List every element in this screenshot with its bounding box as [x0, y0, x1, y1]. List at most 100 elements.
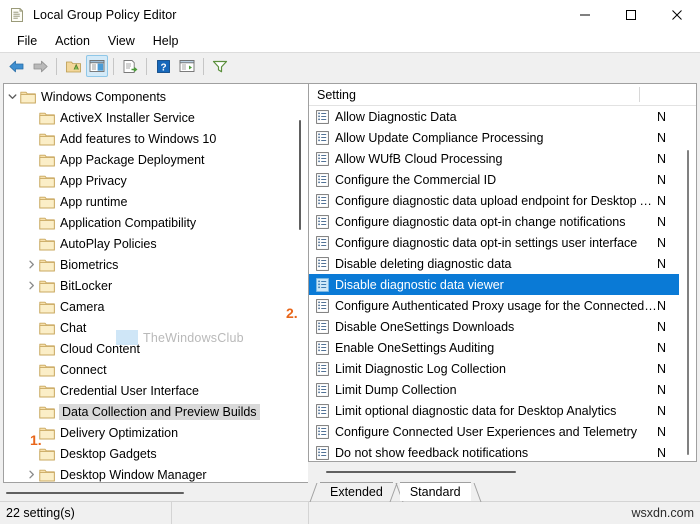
tree-horizontal-scrollbar[interactable] — [3, 485, 308, 501]
tree-item[interactable]: App runtime — [4, 191, 291, 212]
column-header-setting[interactable]: Setting — [309, 84, 639, 105]
tree-item[interactable]: Camera — [4, 296, 291, 317]
settings-row[interactable]: Allow WUfB Cloud Processing N — [309, 148, 679, 169]
maximize-button[interactable] — [608, 0, 654, 30]
tab-extended[interactable]: Extended — [320, 482, 393, 501]
tree-scroll-region: Windows Components ActiveX Installer Serv… — [4, 84, 291, 482]
settings-row[interactable]: Limit Diagnostic Log Collection N — [309, 358, 679, 379]
tree-item-label: Chat — [60, 320, 87, 335]
forward-icon[interactable] — [29, 55, 51, 77]
tree-scrollbar-thumb[interactable] — [299, 120, 301, 230]
settings-row[interactable]: Allow Update Compliance Processing N — [309, 127, 679, 148]
tree-item[interactable]: Connect — [4, 359, 291, 380]
show-hide-tree-icon[interactable] — [86, 55, 108, 77]
close-button[interactable] — [654, 0, 700, 30]
tab-standard[interactable]: Standard — [399, 482, 471, 501]
tree-item[interactable]: Delivery Optimization — [4, 422, 291, 443]
settings-row[interactable]: Limit Dump Collection N — [309, 379, 679, 400]
tree-item[interactable]: AutoPlay Policies — [4, 233, 291, 254]
settings-row[interactable]: Configure diagnostic data opt-in change … — [309, 211, 679, 232]
folder-icon — [39, 384, 55, 398]
folder-icon — [39, 174, 55, 188]
chevron-right-icon[interactable] — [23, 281, 39, 290]
policy-setting-icon — [316, 382, 329, 397]
setting-name: Limit Dump Collection — [335, 382, 457, 397]
settings-row[interactable]: Disable OneSettings Downloads N — [309, 316, 679, 337]
local-group-policy-editor-window: Local Group Policy Editor File Action Vi… — [0, 0, 700, 524]
tree-item[interactable]: Biometrics — [4, 254, 291, 275]
policy-setting-icon — [316, 256, 329, 271]
filter-icon[interactable] — [209, 55, 231, 77]
settings-row[interactable]: Configure Connected User Experiences and… — [309, 421, 679, 442]
toolbar-separator-2 — [113, 57, 114, 75]
settings-row[interactable]: Do not show feedback notifications N — [309, 442, 679, 461]
export-list-icon[interactable] — [119, 55, 141, 77]
tree-item-label: Data Collection and Preview Builds — [59, 403, 260, 420]
annotation-1: 1. — [30, 432, 42, 448]
setting-name: Disable deleting diagnostic data — [335, 256, 512, 271]
tab-extended-label: Extended — [330, 485, 383, 499]
settings-row[interactable]: Enable OneSettings Auditing N — [309, 337, 679, 358]
setting-state: N — [657, 235, 667, 250]
setting-name: Configure diagnostic data opt-in change … — [335, 214, 626, 229]
chevron-right-icon[interactable] — [23, 470, 39, 479]
setting-name: Disable diagnostic data viewer — [335, 277, 504, 292]
menu-action[interactable]: Action — [46, 32, 99, 50]
properties-icon[interactable] — [176, 55, 198, 77]
annotation-2: 2. — [286, 305, 298, 321]
policy-setting-icon — [316, 319, 329, 334]
setting-name: Configure diagnostic data opt-in setting… — [335, 235, 638, 250]
list-scrollbar-thumb[interactable] — [687, 150, 689, 455]
chevron-down-icon[interactable] — [4, 92, 20, 101]
tree-item[interactable]: App Privacy — [4, 170, 291, 191]
tree-item-label: Desktop Window Manager — [60, 467, 207, 482]
policy-setting-icon — [316, 277, 329, 292]
menu-help[interactable]: Help — [144, 32, 188, 50]
tree-hscroll-thumb[interactable] — [6, 492, 184, 494]
tree-item[interactable]: App Package Deployment — [4, 149, 291, 170]
tree-item-label: ActiveX Installer Service — [60, 110, 195, 125]
menu-file[interactable]: File — [8, 32, 46, 50]
policy-setting-icon — [316, 235, 329, 250]
tree-item[interactable]: BitLocker — [4, 275, 291, 296]
menu-view[interactable]: View — [99, 32, 144, 50]
settings-row[interactable]: Limit optional diagnostic data for Deskt… — [309, 400, 679, 421]
setting-name: Configure diagnostic data upload endpoin… — [335, 193, 657, 208]
chevron-right-icon[interactable] — [23, 260, 39, 269]
folder-icon — [39, 405, 55, 419]
settings-row[interactable]: Allow Diagnostic Data N — [309, 106, 679, 127]
policy-setting-icon — [316, 214, 329, 229]
list-horizontal-scrollbar[interactable] — [308, 464, 697, 480]
settings-row[interactable]: Configure Authenticated Proxy usage for … — [309, 295, 679, 316]
disable-diagnostic-data-viewer-row[interactable]: Disable diagnostic data viewer — [309, 274, 679, 295]
settings-row[interactable]: Disable deleting diagnostic data N — [309, 253, 679, 274]
help-icon[interactable]: ? — [152, 55, 174, 77]
setting-name: Limit Diagnostic Log Collection — [335, 361, 506, 376]
list-hscroll-thumb[interactable] — [326, 471, 516, 473]
back-icon[interactable] — [5, 55, 27, 77]
folder-icon — [39, 342, 55, 356]
tree-item[interactable]: Application Compatibility — [4, 212, 291, 233]
tree-item[interactable]: Add features to Windows 10 — [4, 128, 291, 149]
folder-icon — [39, 468, 55, 482]
tree-item[interactable]: Windows Components — [4, 86, 291, 107]
settings-row[interactable]: Configure diagnostic data opt-in setting… — [309, 232, 679, 253]
watermark-highlight — [116, 330, 138, 345]
settings-row[interactable]: Configure the Commercial ID N — [309, 169, 679, 190]
column-separator[interactable] — [639, 87, 640, 102]
tree-item[interactable]: ActiveX Installer Service — [4, 107, 291, 128]
data-collection-tree-item[interactable]: Data Collection and Preview Builds — [4, 401, 291, 422]
minimize-button[interactable] — [562, 0, 608, 30]
settings-row[interactable]: Configure diagnostic data upload endpoin… — [309, 190, 679, 211]
tree-item-label: Windows Components — [41, 89, 167, 104]
tree-vertical-scrollbar[interactable] — [291, 84, 308, 482]
up-folder-icon[interactable] — [62, 55, 84, 77]
tree-item[interactable]: Desktop Window Manager — [4, 464, 291, 482]
tree-item-label: AutoPlay Policies — [60, 236, 157, 251]
list-vertical-scrollbar[interactable] — [679, 106, 696, 461]
tree-item-label: Connect — [60, 362, 107, 377]
tree-item[interactable]: Desktop Gadgets — [4, 443, 291, 464]
tree-item[interactable]: Credential User Interface — [4, 380, 291, 401]
setting-state: N — [657, 256, 667, 271]
settings-list-box: Setting Allow Diagnostic Data N Allow Upda… — [308, 83, 697, 462]
